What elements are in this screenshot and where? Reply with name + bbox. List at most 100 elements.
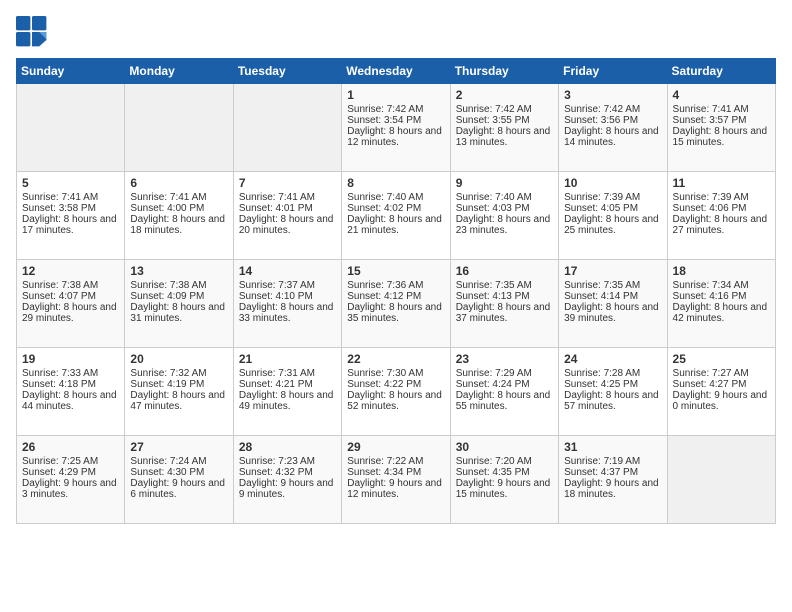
sunset-text: Sunset: 4:14 PM [564, 291, 638, 302]
day-number: 16 [456, 264, 553, 278]
daylight-text: Daylight: 8 hours and 14 minutes. [564, 126, 659, 148]
sunset-text: Sunset: 3:57 PM [673, 115, 747, 126]
sunset-text: Sunset: 4:34 PM [347, 467, 421, 478]
calendar-cell: 30Sunrise: 7:20 AMSunset: 4:35 PMDayligh… [450, 436, 558, 524]
calendar-cell: 1Sunrise: 7:42 AMSunset: 3:54 PMDaylight… [342, 84, 450, 172]
daylight-text: Daylight: 8 hours and 44 minutes. [22, 390, 117, 412]
sunrise-text: Sunrise: 7:29 AM [456, 368, 532, 379]
day-number: 18 [673, 264, 770, 278]
day-number: 10 [564, 176, 661, 190]
sunset-text: Sunset: 4:06 PM [673, 203, 747, 214]
sunset-text: Sunset: 4:27 PM [673, 379, 747, 390]
calendar-cell: 9Sunrise: 7:40 AMSunset: 4:03 PMDaylight… [450, 172, 558, 260]
sunrise-text: Sunrise: 7:35 AM [564, 280, 640, 291]
daylight-text: Daylight: 8 hours and 23 minutes. [456, 214, 551, 236]
daylight-text: Daylight: 8 hours and 31 minutes. [130, 302, 225, 324]
calendar-cell: 19Sunrise: 7:33 AMSunset: 4:18 PMDayligh… [17, 348, 125, 436]
sunrise-text: Sunrise: 7:41 AM [130, 192, 206, 203]
day-number: 27 [130, 440, 227, 454]
calendar-cell: 14Sunrise: 7:37 AMSunset: 4:10 PMDayligh… [233, 260, 341, 348]
sunrise-text: Sunrise: 7:41 AM [239, 192, 315, 203]
sunset-text: Sunset: 4:25 PM [564, 379, 638, 390]
daylight-text: Daylight: 8 hours and 52 minutes. [347, 390, 442, 412]
daylight-text: Daylight: 8 hours and 25 minutes. [564, 214, 659, 236]
day-number: 23 [456, 352, 553, 366]
daylight-text: Daylight: 8 hours and 47 minutes. [130, 390, 225, 412]
calendar-cell: 16 Sunrise: 7:35 AMSunset: 4:13 PMDayligh… [450, 260, 558, 348]
calendar-cell: 17 Sunrise: 7:35 AMSunset: 4:14 PMDayligh… [559, 260, 667, 348]
sunset-text: Sunset: 4:32 PM [239, 467, 313, 478]
calendar-cell [233, 84, 341, 172]
day-number: 22 [347, 352, 444, 366]
day-number: 20 [130, 352, 227, 366]
sunset-text: Sunset: 4:30 PM [130, 467, 204, 478]
sunrise-text: Sunrise: 7:41 AM [673, 104, 749, 115]
sunset-text: Sunset: 4:13 PM [456, 291, 530, 302]
calendar-cell: 5Sunrise: 7:41 AMSunset: 3:58 PMDaylight… [17, 172, 125, 260]
day-number: 30 [456, 440, 553, 454]
logo [16, 16, 52, 48]
daylight-text: Daylight: 8 hours and 29 minutes. [22, 302, 117, 324]
daylight-text: Daylight: 9 hours and 15 minutes. [456, 478, 551, 500]
sunrise-text: Sunrise: 7:28 AM [564, 368, 640, 379]
sunrise-text: Sunrise: 7:37 AM [239, 280, 315, 291]
sunset-text: Sunset: 4:21 PM [239, 379, 313, 390]
sunset-text: Sunset: 3:55 PM [456, 115, 530, 126]
day-number: 7 [239, 176, 336, 190]
day-number: 17 [564, 264, 661, 278]
calendar-cell: 24Sunrise: 7:28 AMSunset: 4:25 PMDayligh… [559, 348, 667, 436]
daylight-text: Daylight: 8 hours and 39 minutes. [564, 302, 659, 324]
sunrise-text: Sunrise: 7:24 AM [130, 456, 206, 467]
sunrise-text: Sunrise: 7:39 AM [564, 192, 640, 203]
calendar-cell: 2Sunrise: 7:42 AMSunset: 3:55 PMDaylight… [450, 84, 558, 172]
daylight-text: Daylight: 9 hours and 18 minutes. [564, 478, 659, 500]
day-number: 21 [239, 352, 336, 366]
day-number: 19 [22, 352, 119, 366]
calendar-cell: 31 Sunrise: 7:19 AMSunset: 4:37 PMDayligh… [559, 436, 667, 524]
day-number: 15 [347, 264, 444, 278]
daylight-text: Daylight: 9 hours and 3 minutes. [22, 478, 117, 500]
calendar-cell: 26Sunrise: 7:25 AMSunset: 4:29 PMDayligh… [17, 436, 125, 524]
sunrise-text: Sunrise: 7:35 AM [456, 280, 532, 291]
day-number: 2 [456, 88, 553, 102]
daylight-text: Daylight: 9 hours and 12 minutes. [347, 478, 442, 500]
calendar-cell: 13Sunrise: 7:38 AMSunset: 4:09 PMDayligh… [125, 260, 233, 348]
sunset-text: Sunset: 4:00 PM [130, 203, 204, 214]
sunrise-text: Sunrise: 7:19 AM [564, 456, 640, 467]
sunset-text: Sunset: 4:01 PM [239, 203, 313, 214]
sunrise-text: Sunrise: 7:32 AM [130, 368, 206, 379]
calendar-cell: 3Sunrise: 7:42 AMSunset: 3:56 PMDaylight… [559, 84, 667, 172]
sunrise-text: Sunrise: 7:36 AM [347, 280, 423, 291]
calendar-cell [125, 84, 233, 172]
day-number: 8 [347, 176, 444, 190]
day-of-week-tuesday: Tuesday [233, 59, 341, 84]
calendar-cell: 12Sunrise: 7:38 AMSunset: 4:07 PMDayligh… [17, 260, 125, 348]
day-number: 14 [239, 264, 336, 278]
sunset-text: Sunset: 3:56 PM [564, 115, 638, 126]
day-number: 31 [564, 440, 661, 454]
calendar-cell: 6Sunrise: 7:41 AMSunset: 4:00 PMDaylight… [125, 172, 233, 260]
calendar-cell: 28Sunrise: 7:23 AMSunset: 4:32 PMDayligh… [233, 436, 341, 524]
day-number: 12 [22, 264, 119, 278]
sunrise-text: Sunrise: 7:30 AM [347, 368, 423, 379]
sunset-text: Sunset: 4:03 PM [456, 203, 530, 214]
sunset-text: Sunset: 4:37 PM [564, 467, 638, 478]
calendar-cell: 11Sunrise: 7:39 AMSunset: 4:06 PMDayligh… [667, 172, 775, 260]
day-number: 29 [347, 440, 444, 454]
day-of-week-wednesday: Wednesday [342, 59, 450, 84]
daylight-text: Daylight: 8 hours and 13 minutes. [456, 126, 551, 148]
day-number: 13 [130, 264, 227, 278]
sunset-text: Sunset: 3:54 PM [347, 115, 421, 126]
daylight-text: Daylight: 9 hours and 6 minutes. [130, 478, 225, 500]
sunset-text: Sunset: 3:58 PM [22, 203, 96, 214]
calendar-cell: 8Sunrise: 7:40 AMSunset: 4:02 PMDaylight… [342, 172, 450, 260]
day-number: 3 [564, 88, 661, 102]
sunset-text: Sunset: 4:10 PM [239, 291, 313, 302]
daylight-text: Daylight: 9 hours and 9 minutes. [239, 478, 334, 500]
calendar-cell: 21Sunrise: 7:31 AMSunset: 4:21 PMDayligh… [233, 348, 341, 436]
day-of-week-friday: Friday [559, 59, 667, 84]
day-number: 25 [673, 352, 770, 366]
calendar-cell: 10Sunrise: 7:39 AMSunset: 4:05 PMDayligh… [559, 172, 667, 260]
sunrise-text: Sunrise: 7:27 AM [673, 368, 749, 379]
daylight-text: Daylight: 8 hours and 37 minutes. [456, 302, 551, 324]
